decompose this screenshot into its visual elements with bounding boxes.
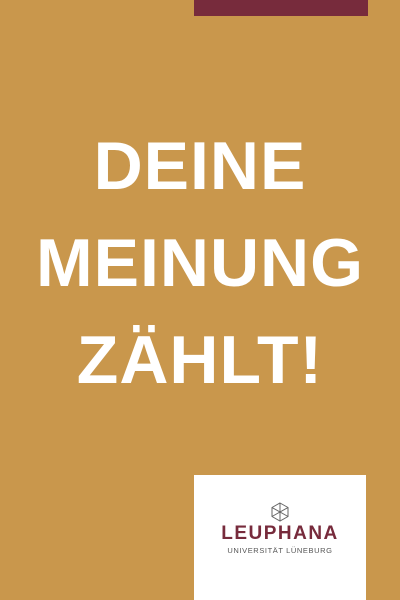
- headline: DEINE MEINUNG ZÄHLT!: [0, 118, 400, 409]
- headline-line-3: ZÄHLT!: [76, 322, 324, 398]
- accent-bar: [194, 0, 368, 16]
- logo-name: LEUPHANA: [221, 523, 339, 544]
- headline-line-2: MEINUNG: [35, 225, 365, 301]
- hexagon-cube-icon: [271, 502, 289, 522]
- leuphana-logo: LEUPHANA UNIVERSITÄT LÜNEBURG: [194, 475, 366, 600]
- logo-subtitle: UNIVERSITÄT LÜNEBURG: [227, 546, 333, 555]
- headline-line-1: DEINE: [93, 128, 307, 204]
